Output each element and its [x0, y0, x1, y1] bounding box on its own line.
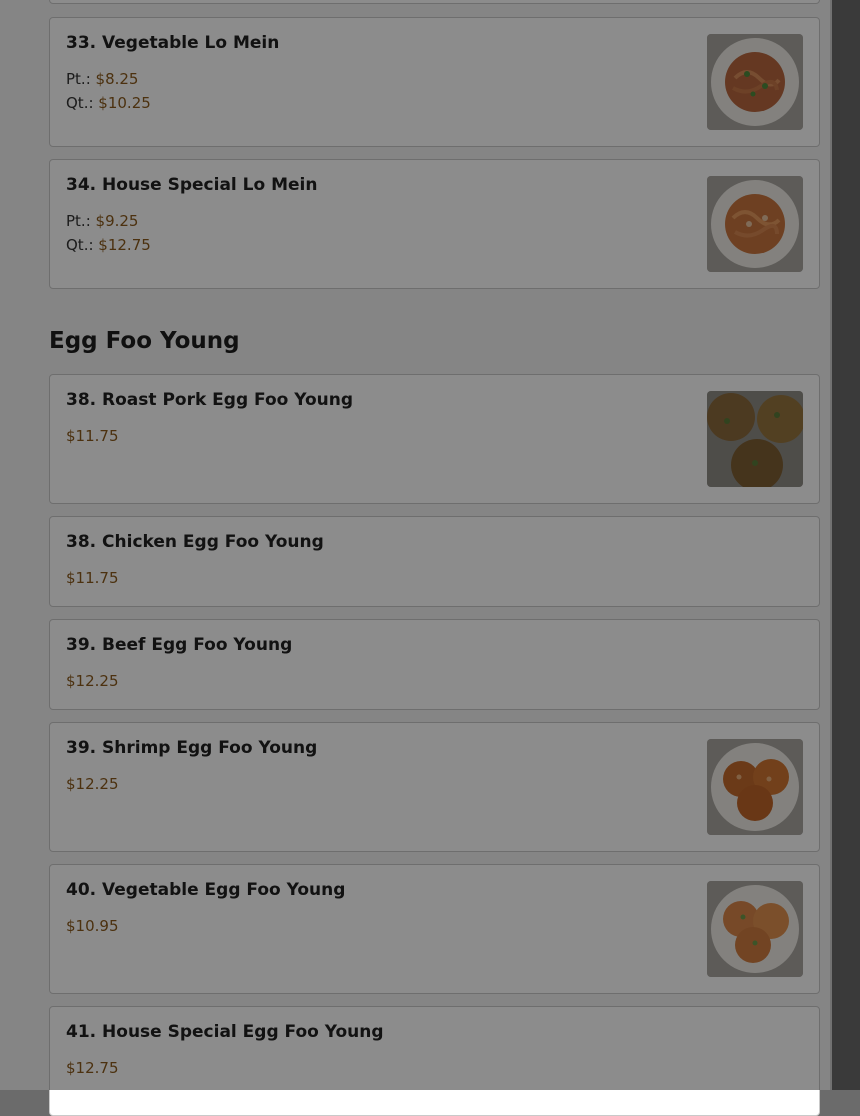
menu-item-price: $11.75 [66, 427, 119, 445]
menu-item-price: $12.25 [66, 775, 119, 793]
menu-item-price-line: $12.25 [66, 775, 119, 793]
menu-item-card[interactable]: 34. House Special Lo Mein Pt.: $9.25 Qt.… [49, 159, 820, 289]
menu-item-name: 34. House Special Lo Mein [66, 175, 318, 195]
menu-item-price-line: $11.75 [66, 427, 119, 445]
pint-label: Pt.: [66, 212, 91, 230]
menu-item-name: 39. Beef Egg Foo Young [66, 635, 293, 655]
menu-item-name: 33. Vegetable Lo Mein [66, 33, 280, 53]
menu-item-card[interactable]: 41. House Special Egg Foo Young $12.75 [49, 1006, 820, 1116]
menu-item-card[interactable]: 38. Chicken Egg Foo Young $11.75 [49, 516, 820, 607]
menu-item-price-line: $11.75 [66, 569, 119, 587]
menu-page: 33. Vegetable Lo Mein Pt.: $8.25 Qt.: $1… [0, 0, 830, 1116]
section-heading-egg-foo-young: Egg Foo Young [49, 328, 240, 354]
menu-item-price-line: $10.95 [66, 917, 119, 935]
pint-price-line: Pt.: $8.25 [66, 70, 138, 88]
quart-label: Qt.: [66, 94, 94, 112]
menu-item-price: $12.25 [66, 672, 119, 690]
pint-price-line: Pt.: $9.25 [66, 212, 138, 230]
menu-item-price: $10.95 [66, 917, 119, 935]
menu-item-card[interactable]: 38. Roast Pork Egg Foo Young $11.75 [49, 374, 820, 504]
page-edge-divider [830, 0, 832, 1090]
menu-item-name: 40. Vegetable Egg Foo Young [66, 880, 346, 900]
pint-label: Pt.: [66, 70, 91, 88]
menu-item-price-line: $12.25 [66, 672, 119, 690]
vegetable-lo-mein-photo[interactable] [707, 34, 803, 130]
menu-item-price: $11.75 [66, 569, 119, 587]
roast-pork-egg-foo-young-photo[interactable] [707, 391, 803, 487]
menu-item-card[interactable]: 33. Vegetable Lo Mein Pt.: $8.25 Qt.: $1… [49, 17, 820, 147]
menu-item-card-partial[interactable] [49, 0, 820, 4]
quart-label: Qt.: [66, 236, 94, 254]
menu-item-price-line: $12.75 [66, 1059, 119, 1077]
quart-price: $12.75 [98, 236, 151, 254]
menu-item-card[interactable]: 39. Shrimp Egg Foo Young $12.25 [49, 722, 820, 852]
menu-item-name: 41. House Special Egg Foo Young [66, 1022, 384, 1042]
menu-item-card[interactable]: 39. Beef Egg Foo Young $12.25 [49, 619, 820, 710]
pint-price: $9.25 [95, 212, 139, 230]
menu-item-name: 39. Shrimp Egg Foo Young [66, 738, 318, 758]
menu-item-price: $12.75 [66, 1059, 119, 1077]
quart-price-line: Qt.: $12.75 [66, 236, 151, 254]
menu-item-name: 38. Roast Pork Egg Foo Young [66, 390, 354, 410]
quart-price: $10.25 [98, 94, 151, 112]
house-special-lo-mein-photo[interactable] [707, 176, 803, 272]
quart-price-line: Qt.: $10.25 [66, 94, 151, 112]
shrimp-egg-foo-young-photo[interactable] [707, 739, 803, 835]
menu-item-name: 38. Chicken Egg Foo Young [66, 532, 324, 552]
pint-price: $8.25 [95, 70, 139, 88]
vegetable-egg-foo-young-photo[interactable] [707, 881, 803, 977]
menu-item-card[interactable]: 40. Vegetable Egg Foo Young $10.95 [49, 864, 820, 994]
